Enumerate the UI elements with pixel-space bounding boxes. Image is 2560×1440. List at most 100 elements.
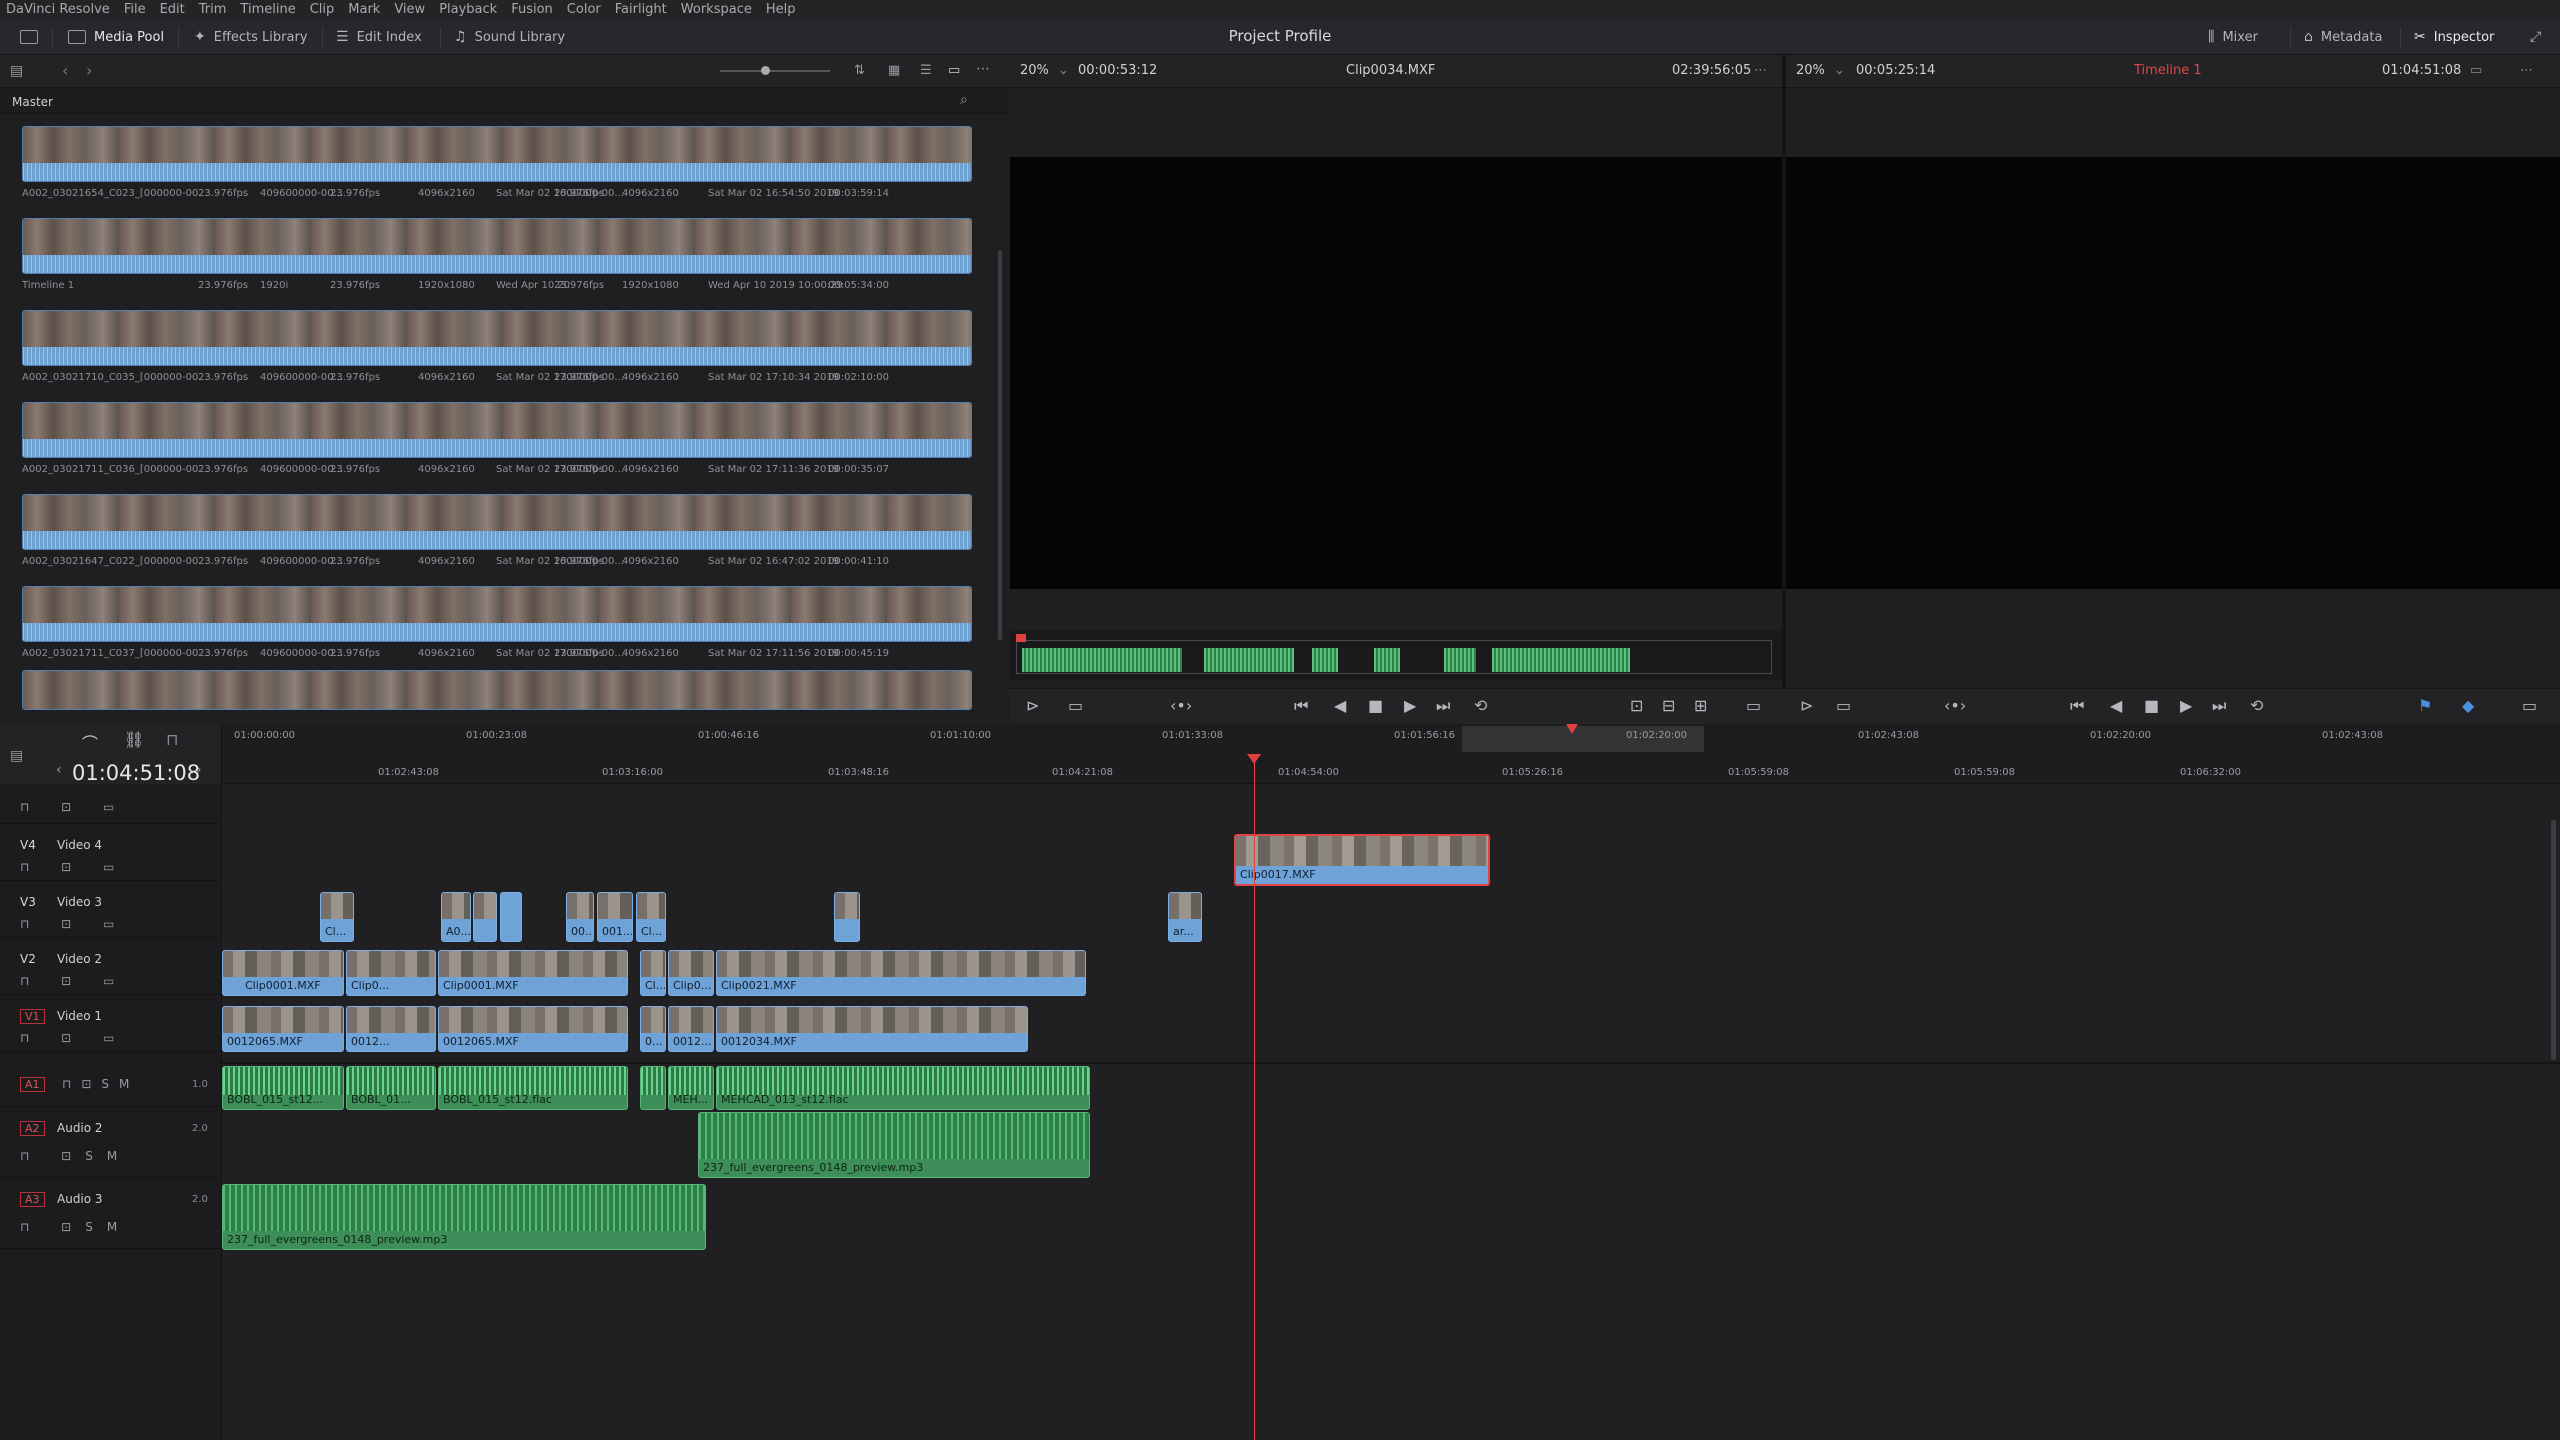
track-controls[interactable]: ⊓ ⊡SM xyxy=(20,1149,131,1163)
play-reverse-icon[interactable]: ◀ xyxy=(1334,696,1346,715)
fullscreen-button[interactable]: ⤢ xyxy=(2522,24,2549,50)
go-to-end-icon[interactable]: ⏭ xyxy=(2212,696,2226,716)
media-pool-clip-strip[interactable] xyxy=(22,586,972,642)
track-id[interactable]: V3 xyxy=(20,895,36,909)
audio-clip-a1[interactable]: MEHCAD_013_st12.flac xyxy=(716,1066,1090,1110)
chevron-left-icon[interactable]: ‹ xyxy=(56,762,62,778)
sound-library-button[interactable]: ♫ Sound Library xyxy=(446,24,573,50)
mixer-button[interactable]: ⫼ Mixer xyxy=(2200,24,2266,50)
list-view-icon[interactable]: ☰ xyxy=(920,63,932,78)
audio-clip-a3[interactable]: 237_full_evergreens_0148_preview.mp3 xyxy=(222,1184,706,1250)
timeline-clip-v1[interactable]: 0... xyxy=(640,1006,666,1052)
layout-icon[interactable]: ▭ xyxy=(2470,63,2482,78)
timeline-clip-v4-selected[interactable]: Clip0017.MXF xyxy=(1234,834,1490,886)
timeline-clip-v2[interactable]: Clip0... xyxy=(346,950,436,996)
timeline-timecode[interactable]: 01:04:51:08 xyxy=(72,761,200,785)
play-icon[interactable]: ▶ xyxy=(2180,696,2192,715)
more-options-icon[interactable]: ⋯ xyxy=(2520,63,2533,78)
marker-icon[interactable]: ⚑ xyxy=(2418,696,2432,715)
thumbnail-zoom-slider[interactable] xyxy=(720,70,830,72)
overview-playhead[interactable] xyxy=(1566,724,1578,734)
fullscreen-icon[interactable]: ▭ xyxy=(2522,696,2537,715)
search-icon[interactable]: ⌕ xyxy=(960,92,968,108)
track-name[interactable]: Video 4 xyxy=(57,838,102,852)
slider-handle[interactable] xyxy=(761,66,770,75)
replace-clip-icon[interactable]: ⊞ xyxy=(1694,696,1707,715)
forward-icon[interactable]: › xyxy=(86,61,92,80)
menu-fairlight[interactable]: Fairlight xyxy=(615,2,667,17)
timeline-clip-v3[interactable] xyxy=(500,892,522,942)
timeline-clip-v1[interactable]: 0012... xyxy=(346,1006,436,1052)
track-id[interactable]: A2 xyxy=(20,1121,45,1136)
panel-toggle-button[interactable] xyxy=(12,24,46,50)
timeline-clip-v1[interactable]: 0012065.MXF xyxy=(438,1006,628,1052)
menu-clip[interactable]: Clip xyxy=(310,2,335,17)
menu-timeline[interactable]: Timeline xyxy=(240,2,295,17)
back-icon[interactable]: ‹ xyxy=(62,61,68,80)
media-pool-clip-strip[interactable] xyxy=(22,218,972,274)
match-frame-icon[interactable]: ⊳ xyxy=(1800,696,1813,715)
fit-icon[interactable]: ▭ xyxy=(1746,696,1761,715)
track-name[interactable]: Audio 3 xyxy=(57,1192,103,1206)
audio-clip-a1[interactable]: MEH... xyxy=(668,1066,714,1110)
track-name[interactable]: Video 2 xyxy=(57,952,102,966)
media-pool-clip-strip[interactable] xyxy=(22,494,972,550)
flag-icon[interactable]: ◆ xyxy=(2462,696,2474,715)
menu-workspace[interactable]: Workspace xyxy=(681,2,752,17)
timeline-scrollbar[interactable] xyxy=(2551,820,2556,1060)
overwrite-clip-icon[interactable]: ⊟ xyxy=(1662,696,1675,715)
audio-clip-a1[interactable]: BOBL_015_st12.flac xyxy=(438,1066,628,1110)
media-pool-button[interactable]: Media Pool xyxy=(60,24,172,50)
menu-trim[interactable]: Trim xyxy=(199,2,227,17)
track-controls[interactable]: ⊓ ⊡SM xyxy=(20,1220,131,1234)
snapping-icon[interactable]: ⌒ xyxy=(82,730,98,754)
menu-playback[interactable]: Playback xyxy=(439,2,497,17)
edit-index-button[interactable]: ☰ Edit Index xyxy=(328,24,430,50)
timeline-clip-v3[interactable]: 001... xyxy=(597,892,633,942)
grid-view-icon[interactable]: ▦ xyxy=(888,63,900,78)
timeline-clip-v2[interactable]: Cl... xyxy=(640,950,666,996)
viewer-mode-icon[interactable]: ▭ xyxy=(1068,696,1083,715)
menu-file[interactable]: File xyxy=(124,2,146,17)
menu-edit[interactable]: Edit xyxy=(160,2,185,17)
timeline-clip-v3[interactable] xyxy=(834,892,860,942)
timeline-options-icon[interactable]: ▤ xyxy=(10,748,23,764)
audio-clip-a1[interactable]: BOBL_01... xyxy=(346,1066,436,1110)
lock-icon[interactable]: ⊓ xyxy=(166,730,178,749)
track-id[interactable]: V2 xyxy=(20,952,36,966)
timeline-clip-v3[interactable]: 00... xyxy=(566,892,594,942)
sidebar-icon[interactable]: ▤ xyxy=(10,63,23,79)
menu-app[interactable]: DaVinci Resolve xyxy=(6,2,110,17)
record-zoom[interactable]: 20% xyxy=(1796,63,1825,78)
media-pool-clip-strip[interactable] xyxy=(22,402,972,458)
timeline-clip-v1[interactable]: 0012034.MXF xyxy=(716,1006,1028,1052)
timeline-clip-v2[interactable]: Clip0001.MXF xyxy=(222,950,344,996)
timeline-clip-v1[interactable]: 0012... xyxy=(668,1006,714,1052)
metadata-button[interactable]: ⌂ Metadata xyxy=(2296,24,2390,50)
menu-help[interactable]: Help xyxy=(766,2,796,17)
timeline-clip-v1[interactable]: 0012065.MXF xyxy=(222,1006,344,1052)
source-viewer-screen[interactable] xyxy=(1010,157,1782,589)
sort-icon[interactable]: ⇅ xyxy=(854,63,865,78)
timeline-clip-v3[interactable]: ar... xyxy=(1168,892,1202,942)
more-options-icon[interactable]: ⋯ xyxy=(1754,63,1767,78)
track-name[interactable]: Video 1 xyxy=(57,1009,102,1023)
track-controls[interactable]: ⊓ ⊡ ▭ xyxy=(20,800,128,814)
loop-icon[interactable]: ⟲ xyxy=(2250,696,2263,715)
go-to-start-icon[interactable]: ⏮ xyxy=(2070,696,2084,716)
track-name[interactable]: Audio 2 xyxy=(57,1121,103,1135)
track-id[interactable]: V4 xyxy=(20,838,36,852)
play-icon[interactable]: ▶ xyxy=(1404,696,1416,715)
inspector-button[interactable]: ✂ Inspector xyxy=(2406,24,2502,50)
jog-icon[interactable]: ‹•› xyxy=(1170,696,1192,715)
timeline-clip-v2[interactable]: Clip0001.MXF xyxy=(438,950,628,996)
insert-clip-icon[interactable]: ⊡ xyxy=(1630,696,1643,715)
go-to-end-icon[interactable]: ⏭ xyxy=(1436,696,1450,716)
timeline-clip-v3[interactable]: A0... xyxy=(441,892,471,942)
effects-library-button[interactable]: ✦ Effects Library xyxy=(186,24,316,50)
source-clip-name[interactable]: Clip0034.MXF xyxy=(1346,63,1435,78)
media-pool-scrollbar[interactable] xyxy=(998,250,1002,640)
track-controls[interactable]: ⊓ ⊡ ▭ xyxy=(20,974,128,988)
track-id[interactable]: V1 xyxy=(20,1009,45,1024)
jog-icon[interactable]: ‹•› xyxy=(1944,696,1966,715)
